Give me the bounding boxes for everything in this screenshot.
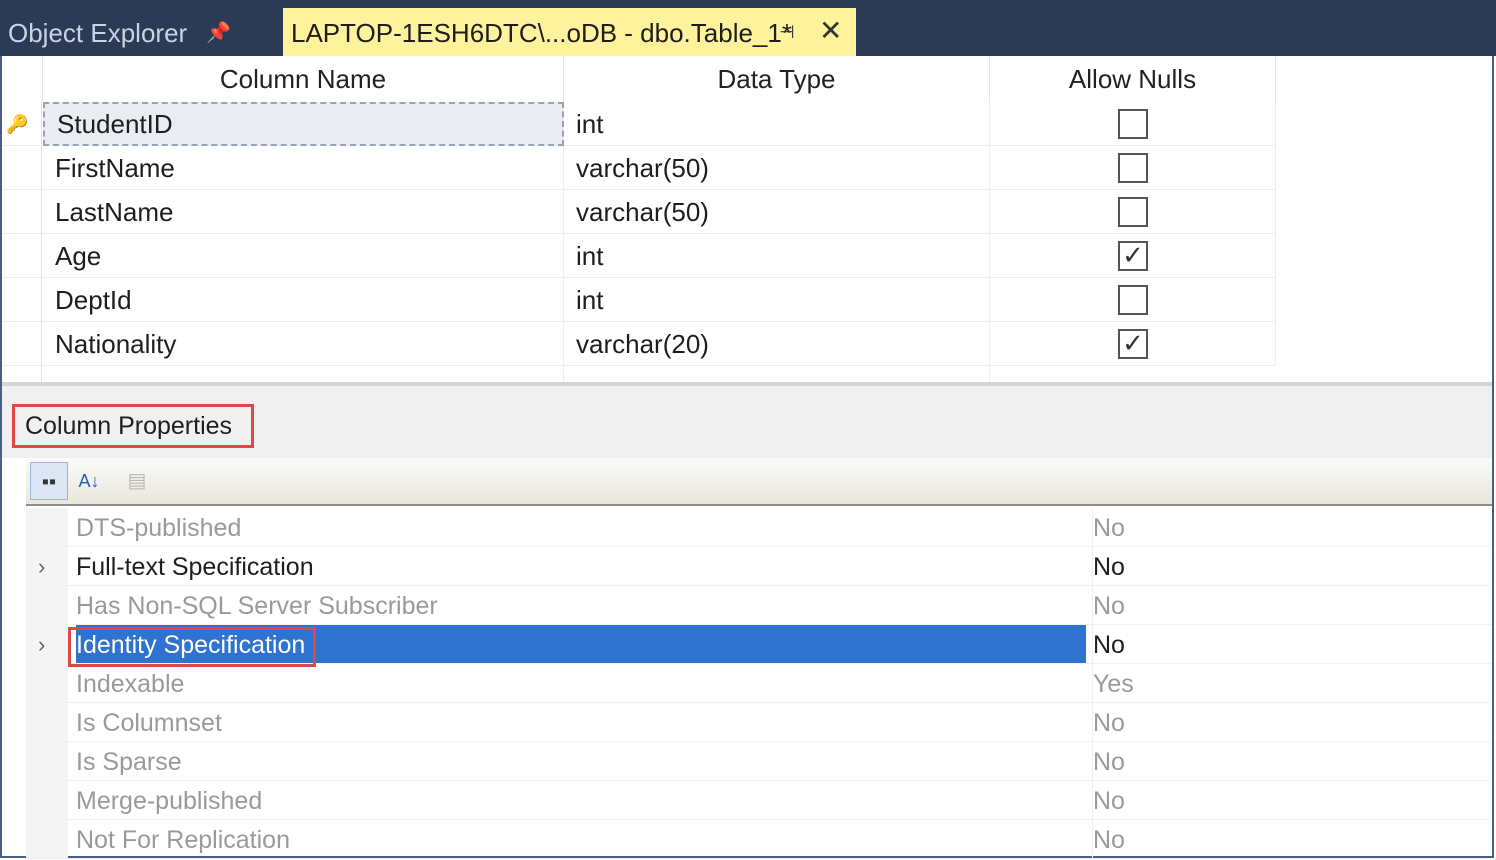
allow-nulls-cell — [990, 146, 1276, 190]
property-row[interactable]: Has Non-SQL Server Subscriber No — [26, 586, 1492, 625]
column-grid: Column Name Data Type Allow Nulls 🔑 Stud… — [2, 56, 1492, 382]
data-type-cell[interactable]: varchar(20) — [564, 322, 990, 366]
property-name: Full-text Specification — [76, 553, 314, 581]
column-name-cell[interactable]: Age — [43, 234, 564, 278]
property-row[interactable]: › Full-text Specification No — [26, 547, 1492, 586]
row-selector[interactable] — [2, 234, 42, 278]
column-name-cell[interactable]: FirstName — [43, 146, 564, 190]
close-icon[interactable]: ✕ — [819, 14, 842, 47]
property-pages-icon[interactable]: ▤ — [118, 462, 156, 500]
tab-object-explorer-label: Object Explorer — [8, 18, 188, 48]
property-row[interactable]: Is Sparse No — [26, 742, 1492, 781]
property-row[interactable]: DTS-published No — [26, 508, 1492, 547]
column-name-cell[interactable]: LastName — [43, 190, 564, 234]
property-row-selected[interactable]: › Identity Specification No — [26, 625, 1492, 664]
property-name: Identity Specification — [76, 625, 1086, 663]
row-selector[interactable] — [2, 322, 42, 366]
allow-nulls-cell: ✓ — [990, 322, 1276, 366]
allow-nulls-cell — [990, 102, 1276, 146]
property-value[interactable]: No — [1092, 625, 1492, 663]
column-name-cell[interactable]: StudentID — [43, 102, 564, 146]
allow-nulls-checkbox[interactable] — [1118, 197, 1148, 227]
allow-nulls-cell — [990, 190, 1276, 234]
property-value[interactable]: No — [1092, 586, 1492, 624]
table-row[interactable]: DeptId int — [2, 278, 1276, 322]
pin-icon[interactable]: 📌 — [206, 20, 231, 45]
allow-nulls-cell: ✓ — [990, 234, 1276, 278]
property-row[interactable]: Merge-published No — [26, 781, 1492, 820]
property-name: Is Sparse — [76, 748, 182, 776]
expand-chevron-icon[interactable]: › — [38, 554, 45, 580]
property-name: DTS-published — [76, 514, 242, 542]
data-type-cell[interactable] — [564, 366, 990, 382]
allow-nulls-cell — [990, 278, 1276, 322]
header-allow-nulls[interactable]: Allow Nulls — [990, 56, 1276, 102]
property-name: Merge-published — [76, 787, 263, 815]
allow-nulls-checkbox[interactable]: ✓ — [1118, 241, 1148, 271]
column-name-cell[interactable] — [43, 366, 564, 382]
property-name: Has Non-SQL Server Subscriber — [76, 592, 438, 620]
row-selector[interactable] — [2, 146, 42, 190]
expand-chevron-icon[interactable]: › — [38, 632, 45, 658]
property-value[interactable]: No — [1092, 547, 1492, 585]
primary-key-icon: 🔑 — [6, 114, 29, 134]
property-name: Not For Replication — [76, 826, 290, 854]
property-value[interactable]: No — [1092, 742, 1492, 780]
property-value[interactable]: No — [1092, 820, 1492, 858]
allow-nulls-checkbox[interactable] — [1118, 109, 1148, 139]
column-name-cell[interactable]: DeptId — [43, 278, 564, 322]
allow-nulls-checkbox[interactable] — [1118, 153, 1148, 183]
property-value[interactable]: No — [1092, 703, 1492, 741]
data-type-cell[interactable]: int — [564, 102, 990, 146]
table-row[interactable]: Age int ✓ — [2, 234, 1276, 278]
property-row[interactable]: Is Columnset No — [26, 703, 1492, 742]
data-type-cell[interactable]: varchar(50) — [564, 190, 990, 234]
header-column-name[interactable]: Column Name — [43, 56, 564, 102]
property-grid-toolbar: ▪▪ A↓ ▤ — [26, 458, 1492, 506]
data-type-cell[interactable]: int — [564, 234, 990, 278]
table-row[interactable]: FirstName varchar(50) — [2, 146, 1276, 190]
property-row[interactable]: Not For Replication No — [26, 820, 1492, 859]
table-row[interactable]: Nationality varchar(20) ✓ — [2, 322, 1276, 366]
property-value[interactable]: Yes — [1092, 664, 1492, 702]
row-selector[interactable] — [2, 190, 42, 234]
tab-table-designer[interactable]: LAPTOP-1ESH6DTC\...oDB - dbo.Table_1* ⊣ … — [283, 8, 856, 56]
table-row-partial[interactable] — [2, 366, 1276, 382]
table-row[interactable]: 🔑 StudentID int — [2, 102, 1276, 146]
property-grid: DTS-published No › Full-text Specificati… — [26, 508, 1492, 859]
categorized-icon[interactable]: ▪▪ — [30, 462, 68, 500]
allow-nulls-checkbox[interactable]: ✓ — [1118, 329, 1148, 359]
sort-alphabetical-icon[interactable]: A↓ — [70, 462, 108, 500]
pin-tab-icon[interactable]: ⊣ — [779, 22, 795, 43]
data-type-cell[interactable]: varchar(50) — [564, 146, 990, 190]
property-value[interactable]: No — [1092, 781, 1492, 819]
row-selector-header — [2, 56, 43, 102]
property-name: Indexable — [76, 670, 185, 698]
column-properties-title: Column Properties — [12, 404, 254, 448]
document-tab-bar: Object Explorer 📌 LAPTOP-1ESH6DTC\...oDB… — [0, 0, 1496, 56]
table-row[interactable]: LastName varchar(50) — [2, 190, 1276, 234]
row-selector[interactable]: 🔑 — [2, 102, 42, 146]
column-name-cell[interactable]: Nationality — [43, 322, 564, 366]
allow-nulls-checkbox[interactable] — [1118, 285, 1148, 315]
tab-table-designer-label: LAPTOP-1ESH6DTC\...oDB - dbo.Table_1* — [291, 18, 792, 48]
data-type-cell[interactable]: int — [564, 278, 990, 322]
property-value[interactable]: No — [1092, 508, 1492, 546]
tab-object-explorer[interactable]: Object Explorer 📌 — [0, 8, 280, 56]
row-selector[interactable] — [2, 366, 42, 382]
property-name: Is Columnset — [76, 709, 222, 737]
property-row[interactable]: Indexable Yes — [26, 664, 1492, 703]
header-data-type[interactable]: Data Type — [564, 56, 990, 102]
row-selector[interactable] — [2, 278, 42, 322]
